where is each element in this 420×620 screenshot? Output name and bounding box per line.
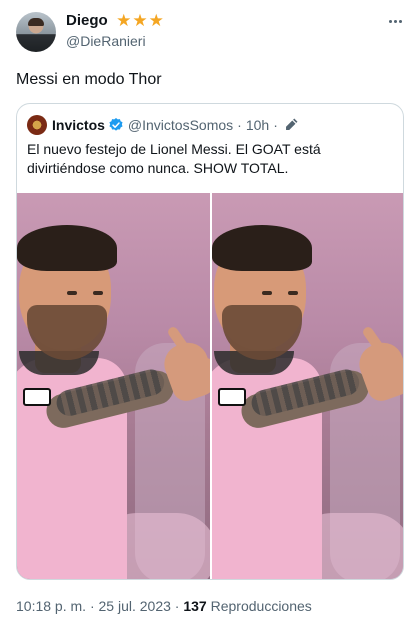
separator-dot: ·: [273, 117, 278, 133]
tweet-text: Messi en modo Thor: [16, 71, 162, 88]
tweet-time[interactable]: 10:18 p. m.: [16, 598, 86, 614]
author-display-name[interactable]: Diego: [66, 12, 108, 30]
quoted-timestamp[interactable]: 10h: [246, 117, 269, 133]
more-horizontal-icon: [388, 19, 392, 23]
author-block: Diego ★★★ @DieRanieri: [66, 12, 165, 50]
tweet-card: Diego ★★★ @DieRanieri Messi en modo Thor…: [0, 0, 420, 620]
author-handle[interactable]: @DieRanieri: [66, 32, 165, 50]
user-avatar[interactable]: [16, 12, 56, 52]
edit-pencil-icon[interactable]: [284, 118, 298, 132]
views-label: Reproducciones: [210, 598, 312, 614]
media-image-left[interactable]: [17, 193, 210, 579]
quoted-author-handle[interactable]: @InvictosSomos: [128, 117, 233, 133]
verified-badge-icon: [109, 118, 123, 131]
quoted-author-avatar[interactable]: [27, 115, 47, 135]
quoted-tweet-header: Invictos @InvictosSomos · 10h ·: [27, 114, 298, 136]
quoted-media-grid[interactable]: [17, 193, 403, 579]
more-options-button[interactable]: [384, 12, 406, 30]
separator-dot: ·: [174, 598, 180, 614]
views-count: 137: [183, 598, 207, 614]
tweet-meta: 10:18 p. m. · 25 jul. 2023 · 137 Reprodu…: [16, 597, 312, 615]
separator-dot: ·: [237, 117, 242, 133]
tweet-date[interactable]: 25 jul. 2023: [99, 598, 171, 614]
quoted-author-name[interactable]: Invictos: [52, 117, 105, 133]
star-badge-icon: ★★★: [116, 11, 165, 30]
media-image-right[interactable]: [212, 193, 403, 579]
quoted-tweet-text: El nuevo festejo de Lionel Messi. El GOA…: [27, 141, 321, 176]
quoted-tweet[interactable]: Invictos @InvictosSomos · 10h · El nuevo…: [16, 103, 404, 580]
separator-dot: ·: [89, 598, 95, 614]
